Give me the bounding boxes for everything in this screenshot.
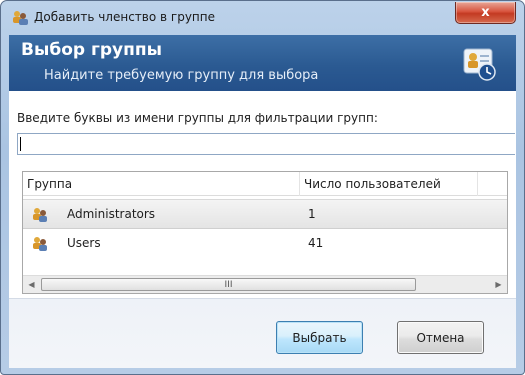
column-divider — [299, 172, 300, 196]
group-name: Administrators — [67, 207, 156, 221]
group-name: Users — [67, 236, 101, 250]
close-button[interactable]: x — [455, 2, 516, 24]
scroll-left-arrow-icon[interactable]: ◀ — [23, 276, 40, 293]
cancel-button[interactable]: Отмена — [397, 321, 484, 354]
close-icon: x — [481, 5, 490, 20]
group-clock-icon — [462, 46, 498, 82]
group-icon — [32, 207, 48, 223]
header-title: Выбор группы — [21, 40, 162, 60]
header-subtitle: Найдите требуемую группу для выбора — [44, 68, 319, 83]
scrollbar-thumb[interactable]: III — [41, 278, 416, 291]
title-bar[interactable]: Добавить членство в группе x — [1, 1, 524, 35]
users-group-icon — [12, 10, 29, 26]
dialog-header: Выбор группы Найдите требуемую группу дл… — [9, 35, 516, 91]
user-count: 1 — [308, 207, 316, 221]
scrollbar-grip-icon: III — [224, 279, 233, 290]
window-title: Добавить членство в группе — [34, 10, 216, 24]
filter-label: Введите буквы из имени группы для фильтр… — [17, 111, 378, 125]
column-header-group[interactable]: Группа — [27, 177, 72, 191]
filter-input[interactable] — [17, 133, 515, 155]
list-item[interactable]: Users 41 — [23, 229, 507, 259]
scroll-right-arrow-icon[interactable]: ▶ — [490, 276, 507, 293]
group-list[interactable]: Группа Число пользователей Administrator… — [22, 171, 508, 294]
select-button[interactable]: Выбрать — [276, 321, 363, 354]
dialog-window: Добавить членство в группе x Выбор групп… — [0, 0, 525, 375]
horizontal-scrollbar[interactable]: ◀ III ▶ — [23, 275, 507, 293]
dialog-footer: Выбрать Отмена — [9, 298, 516, 368]
user-count: 41 — [308, 236, 324, 250]
column-header-user-count[interactable]: Число пользователей — [304, 177, 441, 191]
list-header: Группа Число пользователей — [23, 172, 507, 196]
group-icon — [32, 236, 48, 252]
text-caret — [20, 137, 21, 151]
dialog-content: Введите буквы из имени группы для фильтр… — [9, 91, 516, 298]
column-divider — [477, 172, 478, 196]
list-item[interactable]: Administrators 1 — [23, 199, 507, 229]
